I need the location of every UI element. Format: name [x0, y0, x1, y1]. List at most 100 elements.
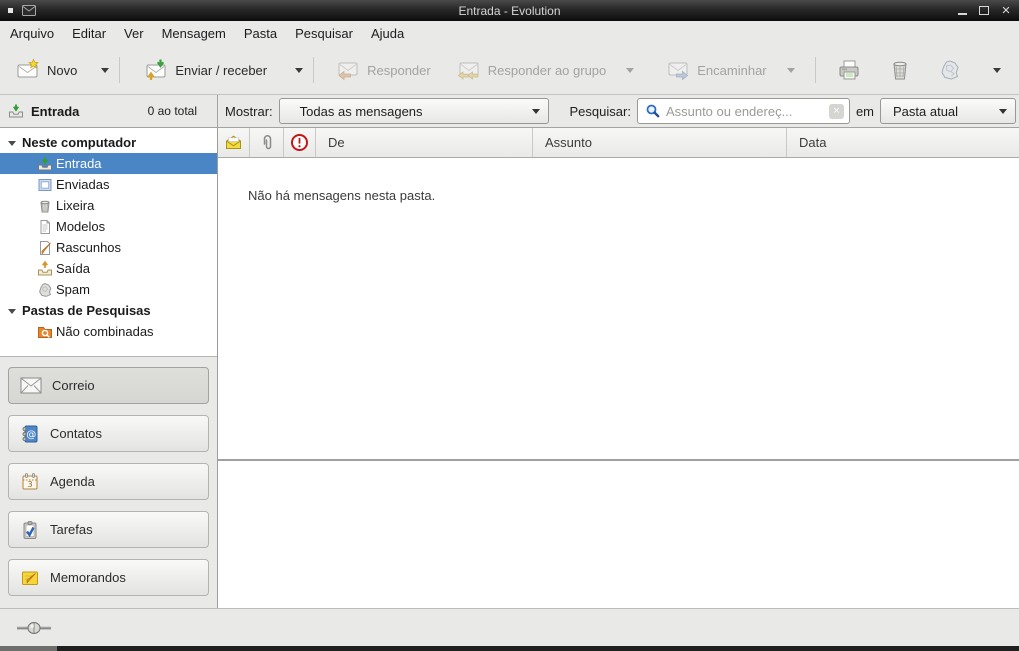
reply-button-label: Responder	[367, 63, 431, 78]
send-receive-dropdown-arrow-icon[interactable]	[295, 68, 303, 77]
reply-icon	[336, 58, 360, 82]
menu-pesquisar[interactable]: Pesquisar	[286, 21, 362, 46]
toolbar-separator	[119, 57, 120, 83]
app-envelope-icon	[22, 5, 36, 16]
search-icon	[645, 103, 661, 119]
trash-icon	[888, 58, 912, 82]
sent-mail-icon	[37, 177, 53, 193]
new-dropdown-arrow-icon[interactable]	[101, 68, 109, 77]
delete-button[interactable]	[880, 51, 920, 89]
reply-group-button[interactable]: Responder ao grupo	[451, 51, 613, 89]
toolbar: Novo Enviar / receber Responder	[0, 46, 1019, 95]
folder-tree: Neste computador Entrada	[0, 128, 217, 357]
clear-search-icon[interactable]: ×	[829, 104, 844, 119]
document-icon	[37, 219, 53, 235]
junk-icon	[938, 58, 962, 82]
scope-label: em	[856, 104, 874, 119]
inbox-folder-icon	[8, 103, 24, 119]
paperclip-icon	[259, 134, 275, 152]
junk-button[interactable]	[930, 51, 970, 89]
show-label: Mostrar:	[225, 104, 273, 119]
junk-icon	[37, 282, 53, 298]
switcher-contacts-button[interactable]: @ Contatos	[8, 415, 209, 452]
column-from[interactable]: De	[316, 128, 533, 157]
menu-editar[interactable]: Editar	[63, 21, 115, 46]
sidebar-item-entrada[interactable]: Entrada	[0, 153, 217, 174]
forward-icon	[666, 58, 690, 82]
search-input[interactable]	[666, 104, 824, 119]
svg-text:@: @	[26, 429, 36, 440]
switcher-tasks-button[interactable]: Tarefas	[8, 511, 209, 548]
empty-folder-message: Não há mensagens nesta pasta.	[248, 188, 435, 203]
titlebar: Entrada - Evolution ×	[0, 0, 1019, 21]
memos-icon	[20, 568, 40, 588]
sidebar-item-spam[interactable]: Spam	[0, 279, 217, 300]
send-receive-button-label: Enviar / receber	[175, 63, 267, 78]
column-subject[interactable]: Assunto	[533, 128, 787, 157]
sidebar-item-saida[interactable]: Saída	[0, 258, 217, 279]
tasks-icon	[20, 520, 40, 540]
sidebar-item-lixeira[interactable]: Lixeira	[0, 195, 217, 216]
column-attachment[interactable]	[250, 128, 284, 157]
window-menu-dot-icon[interactable]	[8, 8, 13, 13]
switcher-mail-button[interactable]: Correio	[8, 367, 209, 404]
close-button[interactable]: ×	[999, 4, 1013, 18]
sidebar-item-enviadas[interactable]: Enviadas	[0, 174, 217, 195]
search-folder-icon	[37, 324, 53, 340]
switcher-tasks-label: Tarefas	[50, 522, 93, 537]
online-status-plug-icon[interactable]	[16, 620, 52, 636]
current-folder-summary: Entrada 0 ao total	[0, 95, 218, 127]
reply-group-dropdown-arrow-icon[interactable]	[626, 68, 634, 77]
sidebar-group-pastas-de-pesquisas[interactable]: Pastas de Pesquisas	[0, 300, 217, 321]
menu-arquivo[interactable]: Arquivo	[1, 21, 63, 46]
search-scope-dropdown[interactable]: Pasta atual	[880, 98, 1016, 124]
preview-pane	[218, 461, 1019, 608]
switcher-mail-label: Correio	[52, 378, 95, 393]
menu-ver[interactable]: Ver	[115, 21, 153, 46]
chevron-down-icon	[532, 109, 540, 118]
search-scope-value: Pasta atual	[893, 104, 958, 119]
column-date[interactable]: Data	[787, 128, 1019, 157]
sidebar-group-neste-computador[interactable]: Neste computador	[0, 132, 217, 153]
forward-button-label: Encaminhar	[697, 63, 766, 78]
new-message-icon	[16, 58, 40, 82]
column-priority[interactable]	[284, 128, 316, 157]
message-list-header: De Assunto Data	[218, 128, 1019, 158]
switcher-calendar-button[interactable]: 3 Agenda	[8, 463, 209, 500]
switcher-memos-button[interactable]: Memorandos	[8, 559, 209, 596]
menubar: Arquivo Editar Ver Mensagem Pasta Pesqui…	[0, 21, 1019, 46]
reply-group-icon	[457, 58, 481, 82]
outbox-icon	[37, 261, 53, 277]
sidebar-item-nao-combinadas[interactable]: Não combinadas	[0, 321, 217, 342]
show-filter-value: Todas as mensagens	[300, 104, 423, 119]
menu-pasta[interactable]: Pasta	[235, 21, 286, 46]
search-box: ×	[637, 98, 850, 124]
menu-mensagem[interactable]: Mensagem	[153, 21, 235, 46]
sidebar-item-modelos[interactable]: Modelos	[0, 216, 217, 237]
chevron-down-icon[interactable]	[8, 309, 16, 318]
folder-bar: Entrada 0 ao total Mostrar: Todas as men…	[0, 95, 1019, 128]
toolbar-separator	[313, 57, 314, 83]
message-list-pane: De Assunto Data Não há mensagens nesta p…	[218, 128, 1019, 608]
forward-dropdown-arrow-icon[interactable]	[787, 68, 795, 77]
open-envelope-icon	[225, 135, 242, 150]
drafts-pencil-icon	[37, 240, 53, 256]
column-seen-status[interactable]	[218, 128, 250, 157]
calendar-icon: 3	[20, 472, 40, 492]
new-button-label: Novo	[47, 63, 77, 78]
reply-button[interactable]: Responder	[330, 51, 437, 89]
forward-button[interactable]: Encaminhar	[660, 51, 772, 89]
toolbar-separator	[815, 57, 816, 83]
toolbar-overflow-arrow-icon[interactable]	[993, 68, 1001, 77]
sidebar-item-rascunhos[interactable]: Rascunhos	[0, 237, 217, 258]
send-receive-button[interactable]: Enviar / receber	[138, 51, 273, 89]
new-button[interactable]: Novo	[10, 51, 83, 89]
show-filter-dropdown[interactable]: Todas as mensagens	[279, 98, 549, 124]
switcher-memos-label: Memorandos	[50, 570, 126, 585]
menu-ajuda[interactable]: Ajuda	[362, 21, 413, 46]
minimize-button[interactable]	[955, 4, 969, 18]
chevron-down-icon[interactable]	[8, 141, 16, 150]
print-button[interactable]	[828, 51, 870, 89]
maximize-button[interactable]	[977, 4, 991, 18]
svg-text:3: 3	[27, 480, 32, 489]
